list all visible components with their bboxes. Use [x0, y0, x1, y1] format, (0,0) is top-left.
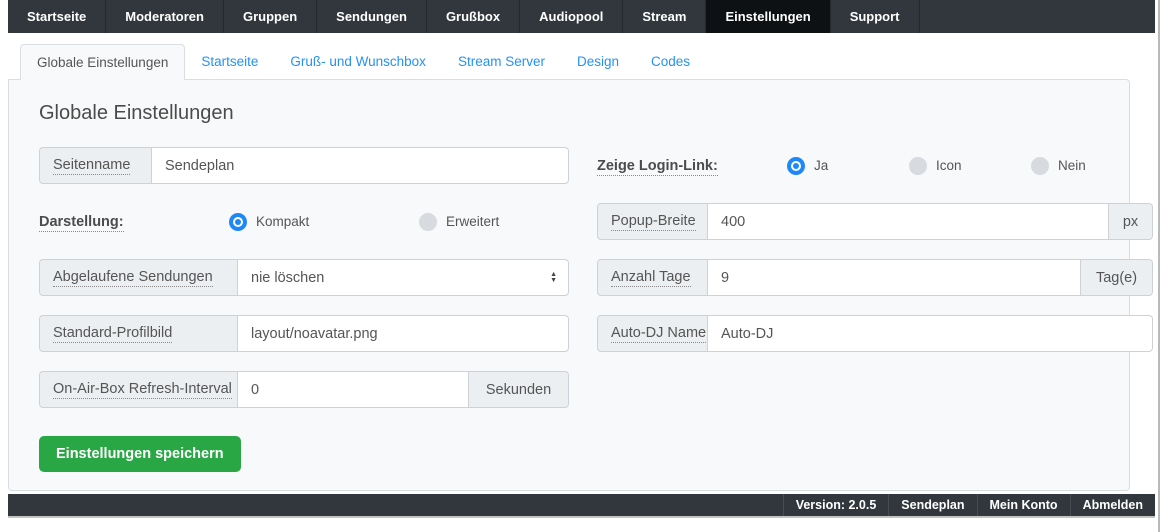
settings-form: Seitenname Zeige Login-Link: Ja Icon	[39, 147, 1099, 482]
popup-breite-input[interactable]	[707, 203, 1109, 240]
radio-login-link-icon[interactable]: Icon	[909, 157, 1031, 175]
radio-unselected-icon	[1031, 157, 1049, 175]
anzahl-tage-unit: Tag(e)	[1081, 259, 1153, 296]
standard-profilbild-input[interactable]	[237, 315, 569, 352]
radio-unselected-icon	[909, 157, 927, 175]
radio-darstellung-erweitert[interactable]: Erweitert	[419, 213, 609, 231]
field-onair-refresh-interval: On-Air-Box Refresh-Interval Sekunden	[39, 371, 569, 408]
nav-item-sendungen[interactable]: Sendungen	[317, 0, 427, 33]
seitenname-input[interactable]	[151, 147, 569, 184]
page-title: Globale Einstellungen	[39, 102, 1099, 125]
nav-item-stream[interactable]: Stream	[623, 0, 706, 33]
field-seitenname: Seitenname	[39, 147, 569, 184]
top-navbar: Startseite Moderatoren Gruppen Sendungen…	[8, 0, 1155, 33]
window-right-edge	[1158, 0, 1160, 532]
bottombar-abmelden-link[interactable]: Abmelden	[1070, 494, 1155, 516]
auto-dj-name-label: Auto-DJ Name	[597, 315, 707, 352]
darstellung-label: Darstellung:	[39, 214, 229, 230]
save-settings-button[interactable]: Einstellungen speichern	[39, 436, 241, 472]
tab-design[interactable]: Design	[561, 44, 635, 79]
settings-tabs: Globale Einstellungen Startseite Gruß- u…	[8, 44, 1155, 79]
nav-item-einstellungen[interactable]: Einstellungen	[706, 0, 830, 33]
nav-item-moderatoren[interactable]: Moderatoren	[106, 0, 224, 33]
radio-selected-icon	[787, 157, 805, 175]
bottombar-mein-konto-link[interactable]: Mein Konto	[977, 494, 1070, 516]
onair-refresh-interval-input[interactable]	[237, 371, 469, 408]
version-label: Version: 2.0.5	[783, 494, 889, 516]
anzahl-tage-input[interactable]	[707, 259, 1081, 296]
field-popup-breite: Popup-Breite px	[597, 203, 1153, 240]
tab-gruss-und-wunschbox[interactable]: Gruß- und Wunschbox	[274, 44, 442, 79]
abgelaufene-sendungen-select-wrap: nie löschen ▲▼	[237, 259, 569, 296]
nav-item-gruppen[interactable]: Gruppen	[224, 0, 317, 33]
radio-login-link-nein[interactable]: Nein	[1031, 157, 1153, 175]
field-anzahl-tage: Anzahl Tage Tag(e)	[597, 259, 1153, 296]
nav-item-grussbox[interactable]: Grußbox	[427, 0, 520, 33]
tab-globale-einstellungen[interactable]: Globale Einstellungen	[20, 44, 185, 80]
page-container: Startseite Moderatoren Gruppen Sendungen…	[8, 0, 1155, 518]
nav-item-support[interactable]: Support	[831, 0, 920, 33]
tab-startseite[interactable]: Startseite	[185, 44, 274, 79]
settings-panel: Globale Einstellungen Seitenname Zeige L…	[8, 79, 1130, 491]
radio-darstellung-kompakt[interactable]: Kompakt	[229, 213, 419, 231]
nav-item-startseite[interactable]: Startseite	[8, 0, 106, 33]
field-zeige-login-link: Zeige Login-Link: Ja Icon Nein	[597, 147, 1153, 184]
radio-selected-icon	[229, 213, 247, 231]
field-abgelaufene-sendungen: Abgelaufene Sendungen nie löschen ▲▼	[39, 259, 569, 296]
tab-stream-server[interactable]: Stream Server	[442, 44, 561, 79]
field-darstellung: Darstellung: Kompakt Erweitert	[39, 203, 569, 240]
popup-breite-unit: px	[1109, 203, 1153, 240]
anzahl-tage-label: Anzahl Tage	[597, 259, 707, 296]
nav-item-audiopool[interactable]: Audiopool	[520, 0, 623, 33]
zeige-login-link-label: Zeige Login-Link:	[597, 158, 787, 174]
bottom-status-bar: Version: 2.0.5 Sendeplan Mein Konto Abme…	[8, 494, 1155, 518]
onair-refresh-interval-label: On-Air-Box Refresh-Interval	[39, 371, 237, 408]
radio-login-link-ja[interactable]: Ja	[787, 157, 909, 175]
popup-breite-label: Popup-Breite	[597, 203, 707, 240]
bottombar-sendeplan-link[interactable]: Sendeplan	[888, 494, 976, 516]
seitenname-label: Seitenname	[39, 147, 151, 184]
auto-dj-name-input[interactable]	[707, 315, 1153, 352]
standard-profilbild-label: Standard-Profilbild	[39, 315, 237, 352]
radio-unselected-icon	[419, 213, 437, 231]
tab-codes[interactable]: Codes	[635, 44, 706, 79]
field-auto-dj-name: Auto-DJ Name	[597, 315, 1153, 352]
abgelaufene-sendungen-select[interactable]: nie löschen	[237, 259, 569, 296]
onair-refresh-interval-unit: Sekunden	[469, 371, 569, 408]
field-standard-profilbild: Standard-Profilbild	[39, 315, 569, 352]
abgelaufene-sendungen-label: Abgelaufene Sendungen	[39, 259, 237, 296]
